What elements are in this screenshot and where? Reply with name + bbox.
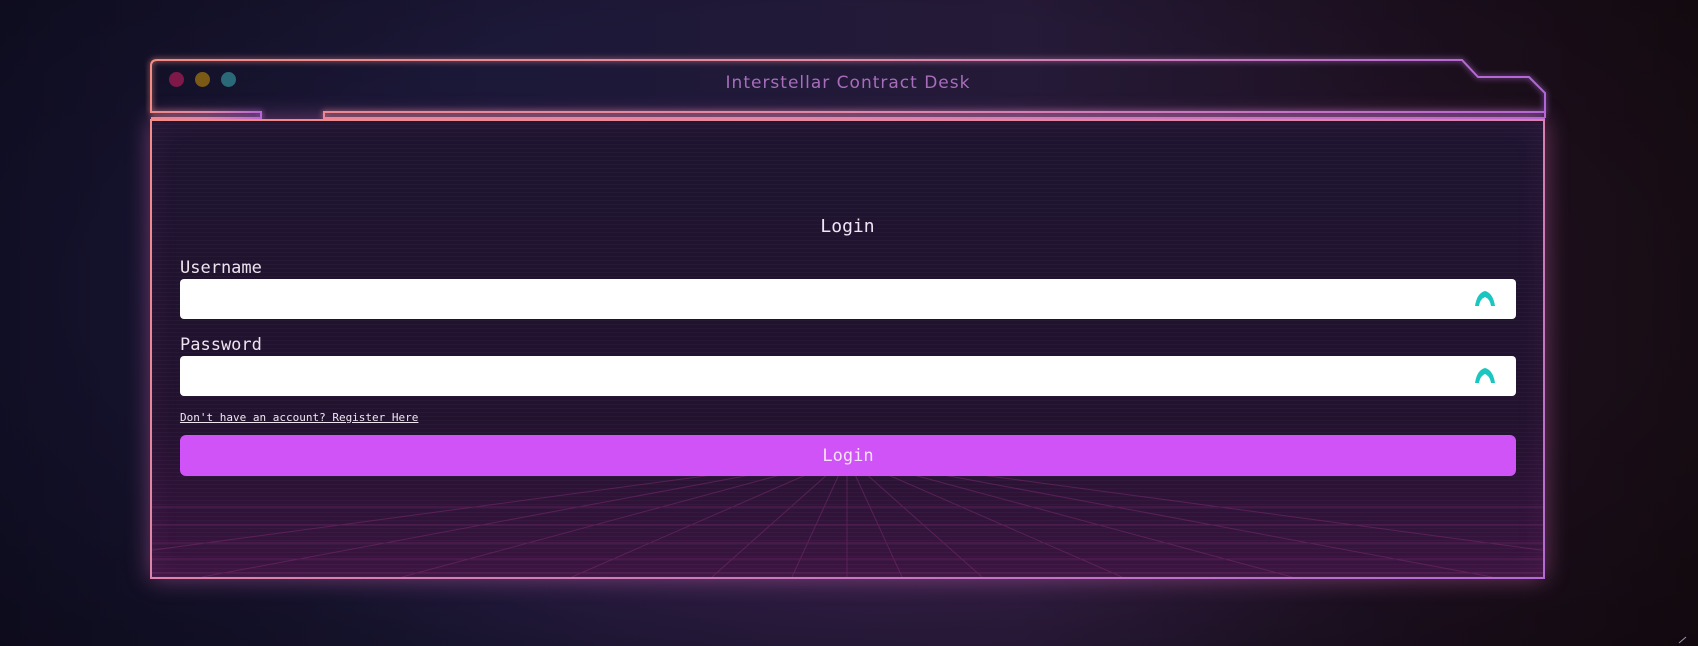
username-label: Username	[180, 258, 262, 278]
register-link[interactable]: Don't have an account? Register Here	[180, 411, 418, 424]
password-label: Password	[180, 335, 262, 355]
password-manager-icon[interactable]	[1474, 289, 1496, 309]
window-title: Interstellar Contract Desk	[725, 73, 971, 93]
cursor-icon	[1678, 636, 1687, 644]
login-heading: Login	[820, 216, 875, 237]
window-titlebar-frame	[150, 59, 1546, 119]
username-input[interactable]	[180, 279, 1516, 319]
password-field-container	[180, 356, 1516, 396]
window-maximize-dot[interactable]	[221, 72, 236, 87]
window-close-dot[interactable]	[169, 72, 184, 87]
password-manager-icon[interactable]	[1474, 366, 1496, 386]
password-input[interactable]	[180, 356, 1516, 396]
login-panel: Login Username Password Don't have an ac…	[150, 119, 1545, 579]
window-minimize-dot[interactable]	[195, 72, 210, 87]
username-field-container	[180, 279, 1516, 319]
login-button[interactable]: Login	[180, 435, 1516, 476]
panel-border-bottom	[150, 577, 1545, 579]
